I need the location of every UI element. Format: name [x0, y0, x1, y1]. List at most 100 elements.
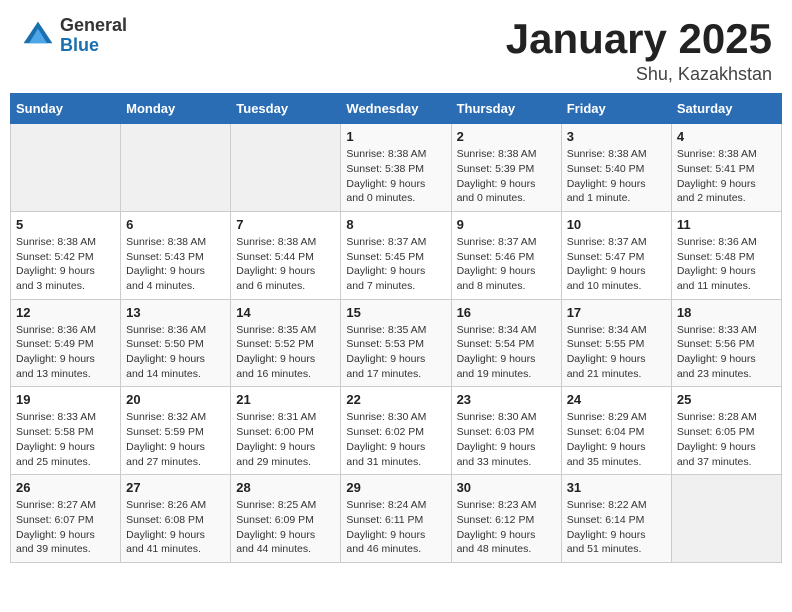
calendar-week-row: 26 Sunrise: 8:27 AMSunset: 6:07 PMDayligh… — [11, 475, 782, 563]
logo: General Blue — [20, 16, 127, 56]
day-number: 3 — [567, 129, 666, 144]
day-info: Sunrise: 8:36 AMSunset: 5:50 PMDaylight:… — [126, 323, 225, 382]
day-info: Sunrise: 8:30 AMSunset: 6:03 PMDaylight:… — [457, 410, 556, 469]
day-number: 26 — [16, 480, 115, 495]
day-info: Sunrise: 8:27 AMSunset: 6:07 PMDaylight:… — [16, 498, 115, 557]
calendar-table: SundayMondayTuesdayWednesdayThursdayFrid… — [10, 93, 782, 563]
day-number: 2 — [457, 129, 556, 144]
calendar-day-cell: 30 Sunrise: 8:23 AMSunset: 6:12 PMDayligh… — [451, 475, 561, 563]
calendar-day-cell: 26 Sunrise: 8:27 AMSunset: 6:07 PMDayligh… — [11, 475, 121, 563]
day-info: Sunrise: 8:38 AMSunset: 5:44 PMDaylight:… — [236, 235, 335, 294]
calendar-day-cell: 25 Sunrise: 8:28 AMSunset: 6:05 PMDayligh… — [671, 387, 781, 475]
day-of-week-header: Wednesday — [341, 94, 451, 124]
month-title: January 2025 — [506, 16, 772, 62]
day-of-week-header: Tuesday — [231, 94, 341, 124]
day-of-week-header: Friday — [561, 94, 671, 124]
day-number: 22 — [346, 392, 445, 407]
day-number: 29 — [346, 480, 445, 495]
day-number: 7 — [236, 217, 335, 232]
day-info: Sunrise: 8:23 AMSunset: 6:12 PMDaylight:… — [457, 498, 556, 557]
calendar-day-cell: 20Sunrise: 8:32 AMSunset: 5:59 PMDayligh… — [121, 387, 231, 475]
calendar-day-cell: 29 Sunrise: 8:24 AMSunset: 6:11 PMDayligh… — [341, 475, 451, 563]
title-block: January 2025 Shu, Kazakhstan — [506, 16, 772, 85]
day-number: 9 — [457, 217, 556, 232]
day-info: Sunrise: 8:33 AMSunset: 5:56 PMDaylight:… — [677, 323, 776, 382]
day-number: 6 — [126, 217, 225, 232]
day-number: 14 — [236, 305, 335, 320]
day-number: 8 — [346, 217, 445, 232]
calendar-day-cell — [121, 124, 231, 212]
calendar-day-cell: 1Sunrise: 8:38 AMSunset: 5:38 PMDaylight… — [341, 124, 451, 212]
day-info: Sunrise: 8:35 AMSunset: 5:53 PMDaylight:… — [346, 323, 445, 382]
header: General Blue January 2025 Shu, Kazakhsta… — [0, 0, 792, 93]
day-info: Sunrise: 8:36 AMSunset: 5:49 PMDaylight:… — [16, 323, 115, 382]
day-of-week-header: Monday — [121, 94, 231, 124]
logo-text: General Blue — [60, 16, 127, 56]
day-number: 16 — [457, 305, 556, 320]
day-number: 13 — [126, 305, 225, 320]
day-number: 5 — [16, 217, 115, 232]
day-number: 28 — [236, 480, 335, 495]
day-info: Sunrise: 8:35 AMSunset: 5:52 PMDaylight:… — [236, 323, 335, 382]
day-info: Sunrise: 8:28 AMSunset: 6:05 PMDaylight:… — [677, 410, 776, 469]
calendar-day-cell: 14 Sunrise: 8:35 AMSunset: 5:52 PMDayligh… — [231, 299, 341, 387]
calendar-day-cell: 18 Sunrise: 8:33 AMSunset: 5:56 PMDayligh… — [671, 299, 781, 387]
day-number: 30 — [457, 480, 556, 495]
day-number: 12 — [16, 305, 115, 320]
calendar-week-row: 1Sunrise: 8:38 AMSunset: 5:38 PMDaylight… — [11, 124, 782, 212]
day-info: Sunrise: 8:34 AMSunset: 5:55 PMDaylight:… — [567, 323, 666, 382]
day-info: Sunrise: 8:32 AMSunset: 5:59 PMDaylight:… — [126, 410, 225, 469]
calendar-day-cell: 10Sunrise: 8:37 AMSunset: 5:47 PMDayligh… — [561, 211, 671, 299]
calendar-day-cell — [11, 124, 121, 212]
day-info: Sunrise: 8:38 AMSunset: 5:39 PMDaylight:… — [457, 147, 556, 206]
calendar-day-cell: 19Sunrise: 8:33 AMSunset: 5:58 PMDayligh… — [11, 387, 121, 475]
calendar-day-cell — [671, 475, 781, 563]
day-number: 15 — [346, 305, 445, 320]
day-info: Sunrise: 8:38 AMSunset: 5:43 PMDaylight:… — [126, 235, 225, 294]
day-info: Sunrise: 8:38 AMSunset: 5:42 PMDaylight:… — [16, 235, 115, 294]
day-number: 4 — [677, 129, 776, 144]
calendar-header-row: SundayMondayTuesdayWednesdayThursdayFrid… — [11, 94, 782, 124]
day-of-week-header: Sunday — [11, 94, 121, 124]
day-number: 1 — [346, 129, 445, 144]
day-info: Sunrise: 8:38 AMSunset: 5:41 PMDaylight:… — [677, 147, 776, 206]
day-number: 23 — [457, 392, 556, 407]
day-info: Sunrise: 8:24 AMSunset: 6:11 PMDaylight:… — [346, 498, 445, 557]
calendar-day-cell: 12 Sunrise: 8:36 AMSunset: 5:49 PMDayligh… — [11, 299, 121, 387]
calendar-day-cell: 22Sunrise: 8:30 AMSunset: 6:02 PMDayligh… — [341, 387, 451, 475]
calendar-day-cell: 5 Sunrise: 8:38 AMSunset: 5:42 PMDaylight… — [11, 211, 121, 299]
calendar-day-cell: 24Sunrise: 8:29 AMSunset: 6:04 PMDayligh… — [561, 387, 671, 475]
calendar-day-cell — [231, 124, 341, 212]
calendar-day-cell: 15 Sunrise: 8:35 AMSunset: 5:53 PMDayligh… — [341, 299, 451, 387]
day-info: Sunrise: 8:38 AMSunset: 5:40 PMDaylight:… — [567, 147, 666, 206]
calendar-day-cell: 16 Sunrise: 8:34 AMSunset: 5:54 PMDayligh… — [451, 299, 561, 387]
logo-icon — [20, 18, 56, 54]
calendar-day-cell: 9Sunrise: 8:37 AMSunset: 5:46 PMDaylight… — [451, 211, 561, 299]
location: Shu, Kazakhstan — [506, 64, 772, 85]
day-info: Sunrise: 8:25 AMSunset: 6:09 PMDaylight:… — [236, 498, 335, 557]
logo-general-text: General — [60, 16, 127, 36]
calendar-day-cell: 2 Sunrise: 8:38 AMSunset: 5:39 PMDaylight… — [451, 124, 561, 212]
calendar-day-cell: 11Sunrise: 8:36 AMSunset: 5:48 PMDayligh… — [671, 211, 781, 299]
calendar-day-cell: 17Sunrise: 8:34 AMSunset: 5:55 PMDayligh… — [561, 299, 671, 387]
day-number: 11 — [677, 217, 776, 232]
day-number: 10 — [567, 217, 666, 232]
calendar-day-cell: 6 Sunrise: 8:38 AMSunset: 5:43 PMDaylight… — [121, 211, 231, 299]
day-info: Sunrise: 8:29 AMSunset: 6:04 PMDaylight:… — [567, 410, 666, 469]
day-info: Sunrise: 8:37 AMSunset: 5:45 PMDaylight:… — [346, 235, 445, 294]
day-number: 25 — [677, 392, 776, 407]
calendar-day-cell: 3 Sunrise: 8:38 AMSunset: 5:40 PMDaylight… — [561, 124, 671, 212]
day-number: 18 — [677, 305, 776, 320]
day-of-week-header: Saturday — [671, 94, 781, 124]
calendar-week-row: 12 Sunrise: 8:36 AMSunset: 5:49 PMDayligh… — [11, 299, 782, 387]
day-info: Sunrise: 8:34 AMSunset: 5:54 PMDaylight:… — [457, 323, 556, 382]
day-number: 19 — [16, 392, 115, 407]
day-of-week-header: Thursday — [451, 94, 561, 124]
calendar-day-cell: 8 Sunrise: 8:37 AMSunset: 5:45 PMDaylight… — [341, 211, 451, 299]
day-info: Sunrise: 8:22 AMSunset: 6:14 PMDaylight:… — [567, 498, 666, 557]
calendar-day-cell: 28 Sunrise: 8:25 AMSunset: 6:09 PMDayligh… — [231, 475, 341, 563]
day-info: Sunrise: 8:31 AMSunset: 6:00 PMDaylight:… — [236, 410, 335, 469]
calendar-day-cell: 21Sunrise: 8:31 AMSunset: 6:00 PMDayligh… — [231, 387, 341, 475]
logo-blue-text: Blue — [60, 36, 127, 56]
calendar-day-cell: 13 Sunrise: 8:36 AMSunset: 5:50 PMDayligh… — [121, 299, 231, 387]
